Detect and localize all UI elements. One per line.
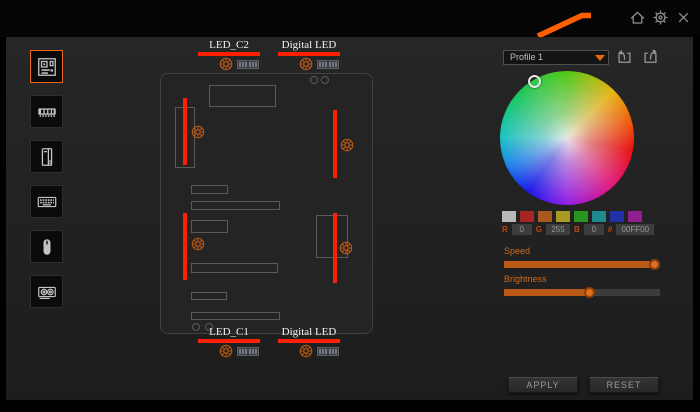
led-zone-gear-icon[interactable] (339, 241, 353, 255)
led-zone-gear-icon[interactable] (191, 237, 205, 251)
color-swatch[interactable] (538, 211, 552, 222)
board-slot (191, 292, 227, 300)
led-strip (333, 213, 337, 283)
led-strip (183, 213, 187, 280)
zone-gear-icon[interactable] (219, 344, 233, 358)
sidebar-item-keyboard[interactable] (30, 185, 63, 218)
color-swatch[interactable] (520, 211, 534, 222)
board-slot (191, 220, 228, 233)
board-cpu-socket (209, 85, 276, 107)
sidebar-item-mouse[interactable] (30, 230, 63, 263)
home-icon[interactable] (629, 9, 646, 26)
color-swatch[interactable] (628, 211, 642, 222)
board-mount-hole (310, 76, 318, 84)
r-value-field[interactable]: 0 (512, 224, 532, 235)
board-slot (191, 312, 280, 320)
color-swatch[interactable] (556, 211, 570, 222)
zone-label-led-c1: LED_C1 (188, 326, 270, 338)
speed-slider[interactable] (504, 261, 660, 268)
sidebar-item-pc-case[interactable] (30, 140, 63, 173)
sidebar-item-memory[interactable] (30, 95, 63, 128)
export-profile-icon[interactable] (641, 47, 660, 65)
graphics-card-icon (36, 281, 58, 303)
title-bar (0, 0, 700, 37)
zone-underline (278, 52, 340, 56)
profile-dropdown[interactable]: Profile 1 (503, 50, 609, 65)
zone-underline (278, 339, 340, 343)
speed-label: Speed (504, 246, 530, 256)
led-strip (183, 98, 187, 165)
brightness-slider-fill (504, 289, 590, 296)
reset-button[interactable]: RESET (589, 377, 659, 393)
board-mount-hole (321, 76, 329, 84)
zone-connector-icon[interactable] (237, 347, 259, 356)
zone-label-digital-led-bottom: Digital LED (268, 326, 350, 338)
rgb-fusion-window: LED_C2 Digital LED LED_C1 Digital LED Pr… (0, 0, 700, 412)
hex-label: # (608, 225, 612, 234)
board-slot (191, 185, 228, 194)
color-swatch[interactable] (610, 211, 624, 222)
zone-connector-icon[interactable] (317, 347, 339, 356)
brightness-label: Brightness (504, 274, 547, 284)
settings-gear-icon[interactable] (652, 9, 669, 26)
motherboard-icon (36, 56, 58, 78)
g-label: G (536, 225, 542, 234)
zone-gear-icon[interactable] (219, 57, 233, 71)
hex-value-field[interactable]: 00FF00 (616, 224, 654, 235)
rgb-value-row: R 0 G 255 B 0 # 00FF00 (502, 224, 654, 235)
zone-gear-icon[interactable] (299, 344, 313, 358)
color-wheel[interactable] (500, 71, 634, 205)
import-profile-icon[interactable] (615, 47, 634, 65)
zone-label-digital-led-top: Digital LED (268, 39, 350, 51)
g-value-field[interactable]: 255 (546, 224, 570, 235)
close-icon[interactable] (677, 11, 690, 24)
zone-gear-icon[interactable] (299, 57, 313, 71)
sidebar-item-graphics-card[interactable] (30, 275, 63, 308)
memory-icon (36, 101, 58, 123)
zone-underline (198, 339, 260, 343)
led-zone-gear-icon[interactable] (191, 125, 205, 139)
board-slot (191, 201, 280, 210)
mouse-icon (36, 236, 58, 258)
led-zone-gear-icon[interactable] (340, 138, 354, 152)
zone-underline (198, 52, 260, 56)
board-slot (191, 263, 278, 273)
keyboard-icon (36, 191, 58, 213)
color-swatch[interactable] (574, 211, 588, 222)
zone-connector-icon[interactable] (237, 60, 259, 69)
color-wheel-handle[interactable] (528, 75, 541, 88)
pc-case-icon (36, 146, 58, 168)
brightness-slider-knob[interactable] (584, 287, 595, 298)
b-label: B (574, 225, 580, 234)
speed-slider-fill (504, 261, 655, 268)
r-label: R (502, 225, 508, 234)
sidebar-item-motherboard[interactable] (30, 50, 63, 83)
apply-button[interactable]: APPLY (508, 377, 578, 393)
brightness-slider[interactable] (504, 289, 660, 296)
zone-label-led-c2: LED_C2 (188, 39, 270, 51)
orange-swoosh-decoration (0, 0, 700, 40)
b-value-field[interactable]: 0 (584, 224, 604, 235)
profile-dropdown-value: Profile 1 (510, 52, 543, 62)
zone-connector-icon[interactable] (317, 60, 339, 69)
color-swatch[interactable] (592, 211, 606, 222)
color-swatch[interactable] (502, 211, 516, 222)
led-strip (333, 110, 337, 178)
chevron-down-icon (595, 55, 605, 61)
color-swatch-row (502, 211, 642, 222)
